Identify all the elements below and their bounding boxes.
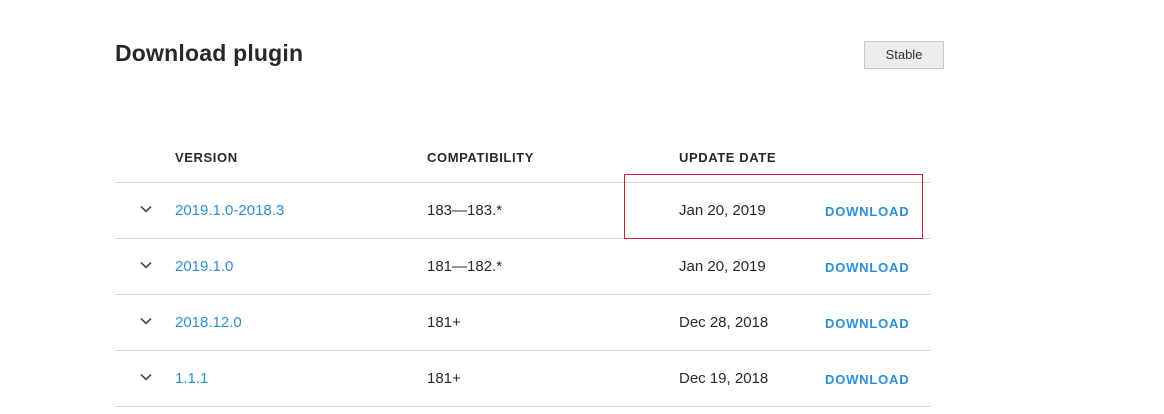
download-link[interactable]: DOWNLOAD [825, 315, 909, 332]
version-link[interactable]: 2018.12.0 [175, 314, 242, 331]
chevron-down-icon[interactable] [139, 202, 153, 216]
chevron-down-icon[interactable] [139, 370, 153, 384]
compatibility-value: 181+ [427, 314, 461, 331]
download-link[interactable]: DOWNLOAD [825, 259, 909, 276]
table-row: 2018.12.0 181+ Dec 28, 2018 DOWNLOAD [115, 295, 931, 351]
chevron-down-icon[interactable] [139, 314, 153, 328]
update-date-value: Dec 19, 2018 [679, 370, 769, 387]
compatibility-value: 181+ [427, 370, 461, 387]
version-link[interactable]: 2019.1.0 [175, 258, 233, 275]
compatibility-value: 181—182.* [427, 258, 503, 275]
table-row: 2019.1.0 181—182.* Jan 20, 2019 DOWNLOAD [115, 239, 931, 295]
download-link[interactable]: DOWNLOAD [825, 371, 909, 388]
page-title: Download plugin [115, 40, 304, 66]
version-link[interactable]: 2019.1.0-2018.3 [175, 202, 284, 219]
update-date-value: Dec 28, 2018 [679, 314, 769, 331]
column-header-update-date: UPDATE DATE [679, 150, 777, 165]
chevron-down-icon[interactable] [139, 258, 153, 272]
download-link[interactable]: DOWNLOAD [825, 203, 909, 220]
table-row: 1.1.1 181+ Dec 19, 2018 DOWNLOAD [115, 351, 931, 407]
table-row: 2019.1.0-2018.3 183—183.* Jan 20, 2019 D… [115, 183, 931, 239]
channel-stable-button[interactable]: Stable [864, 41, 944, 69]
column-header-compatibility: COMPATIBILITY [427, 150, 534, 165]
update-date-value: Jan 20, 2019 [679, 202, 766, 219]
column-header-version: VERSION [175, 150, 238, 165]
version-link[interactable]: 1.1.1 [175, 370, 208, 387]
update-date-value: Jan 20, 2019 [679, 258, 766, 275]
table-header: VERSION COMPATIBILITY UPDATE DATE [115, 140, 931, 183]
compatibility-value: 183—183.* [427, 202, 503, 219]
versions-table: VERSION COMPATIBILITY UPDATE DATE 2019.1… [115, 140, 931, 407]
